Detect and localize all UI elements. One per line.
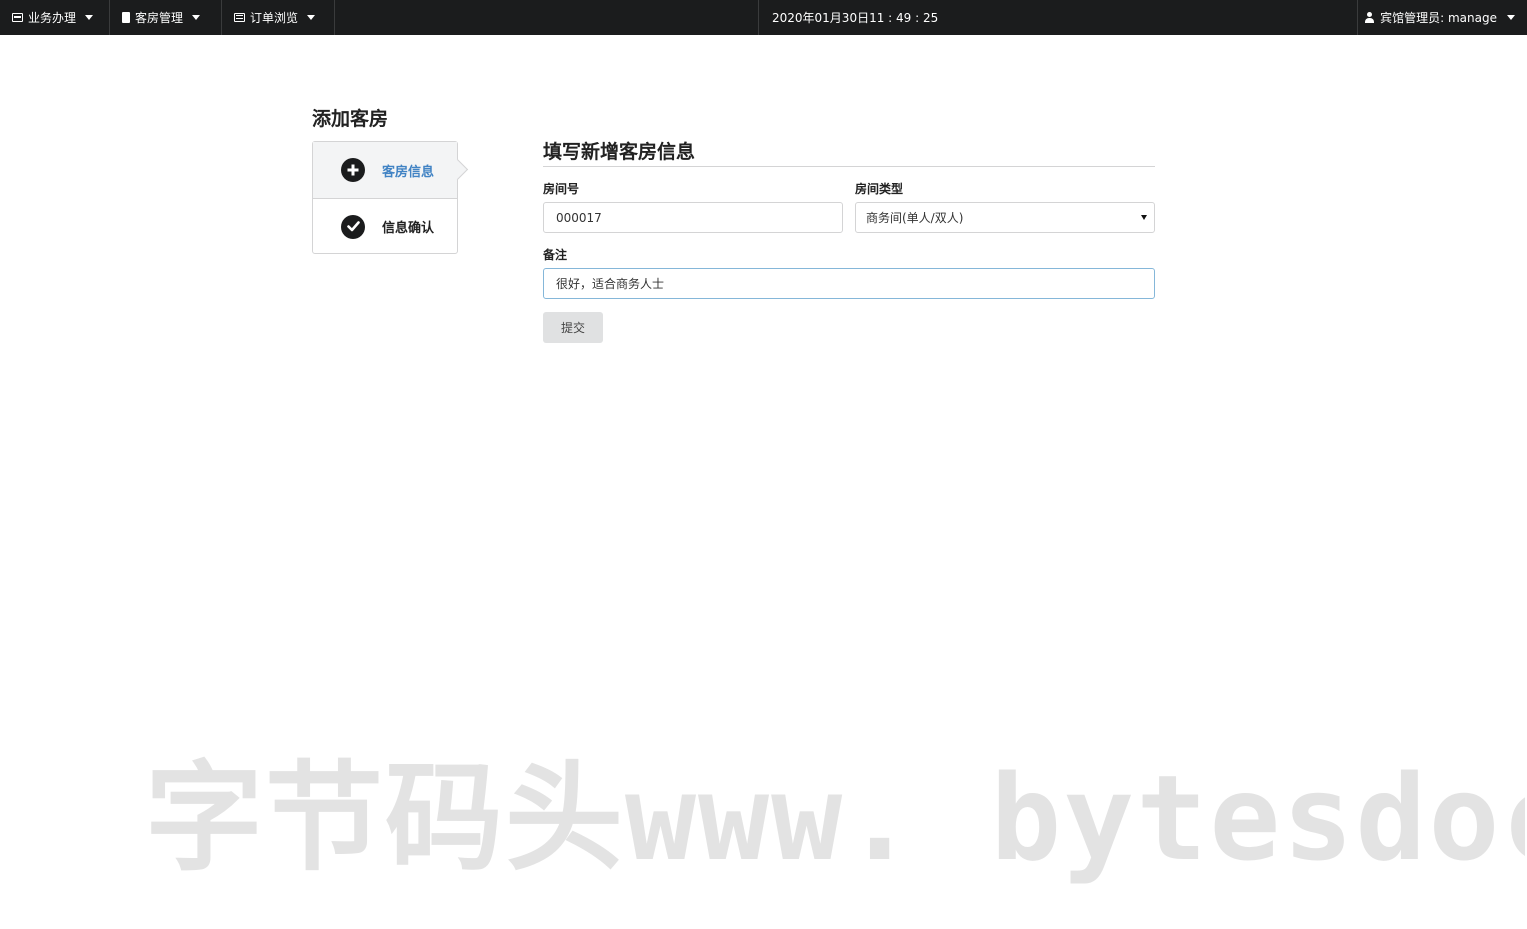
datetime-display: 2020年01月30日11 : 49 : 25	[758, 0, 1358, 35]
note-field: 备注	[543, 246, 1155, 299]
user-icon	[1365, 12, 1375, 23]
caret-down-icon	[307, 15, 316, 20]
menu-orders-label: 订单浏览	[250, 11, 299, 25]
note-input[interactable]	[543, 268, 1155, 299]
user-name: 宾馆管理员: manage	[1380, 11, 1497, 25]
room-type-label: 房间类型	[855, 182, 904, 196]
user-menu[interactable]: 宾馆管理员: manage	[1357, 0, 1527, 35]
caret-down-icon	[192, 15, 201, 20]
list-icon	[234, 13, 245, 22]
step-confirm-label: 信息确认	[382, 221, 435, 236]
dropdown-arrow-icon	[1141, 215, 1147, 220]
id-card-icon	[12, 13, 23, 22]
note-label: 备注	[543, 248, 568, 262]
menu-orders[interactable]: 订单浏览	[222, 0, 335, 35]
check-circle-icon	[341, 214, 365, 239]
menu-room-management-label: 客房管理	[135, 11, 184, 25]
watermark: 字节码头www. bytesdock.	[145, 749, 1525, 887]
step-room-info[interactable]: 客房信息	[313, 142, 457, 198]
submit-button[interactable]: 提交	[543, 312, 603, 343]
add-room-form: 填写新增客房信息 房间号 房间类型 商务间(单人/双人) 备注 提交	[543, 137, 1155, 343]
caret-down-icon	[1507, 15, 1515, 20]
menu-room-management[interactable]: 客房管理	[110, 0, 222, 35]
page-title: 添加客房	[312, 108, 389, 130]
menu-business-label: 业务办理	[28, 11, 77, 25]
caret-down-icon	[85, 15, 94, 20]
room-type-field: 房间类型 商务间(单人/双人)	[855, 180, 1155, 233]
step-confirm[interactable]: 信息确认	[313, 198, 457, 254]
datetime-text: 2020年01月30日11 : 49 : 25	[772, 11, 939, 25]
room-number-field: 房间号	[543, 180, 843, 233]
top-navbar: 业务办理 客房管理 订单浏览 2020年01月30日11 : 49 : 25 宾…	[0, 0, 1527, 35]
room-type-select[interactable]: 商务间(单人/双人)	[855, 202, 1155, 233]
room-type-selected: 商务间(单人/双人)	[866, 211, 964, 225]
step-room-info-label: 客房信息	[382, 164, 435, 180]
building-icon	[122, 12, 130, 23]
form-row: 房间号 房间类型 商务间(单人/双人)	[543, 180, 1155, 233]
menu-business[interactable]: 业务办理	[0, 0, 110, 35]
plus-circle-icon	[341, 158, 365, 182]
room-number-label: 房间号	[543, 182, 580, 196]
room-number-input[interactable]	[543, 202, 843, 233]
form-header: 填写新增客房信息	[543, 137, 1155, 167]
step-indicator: 客房信息 信息确认	[312, 141, 458, 254]
